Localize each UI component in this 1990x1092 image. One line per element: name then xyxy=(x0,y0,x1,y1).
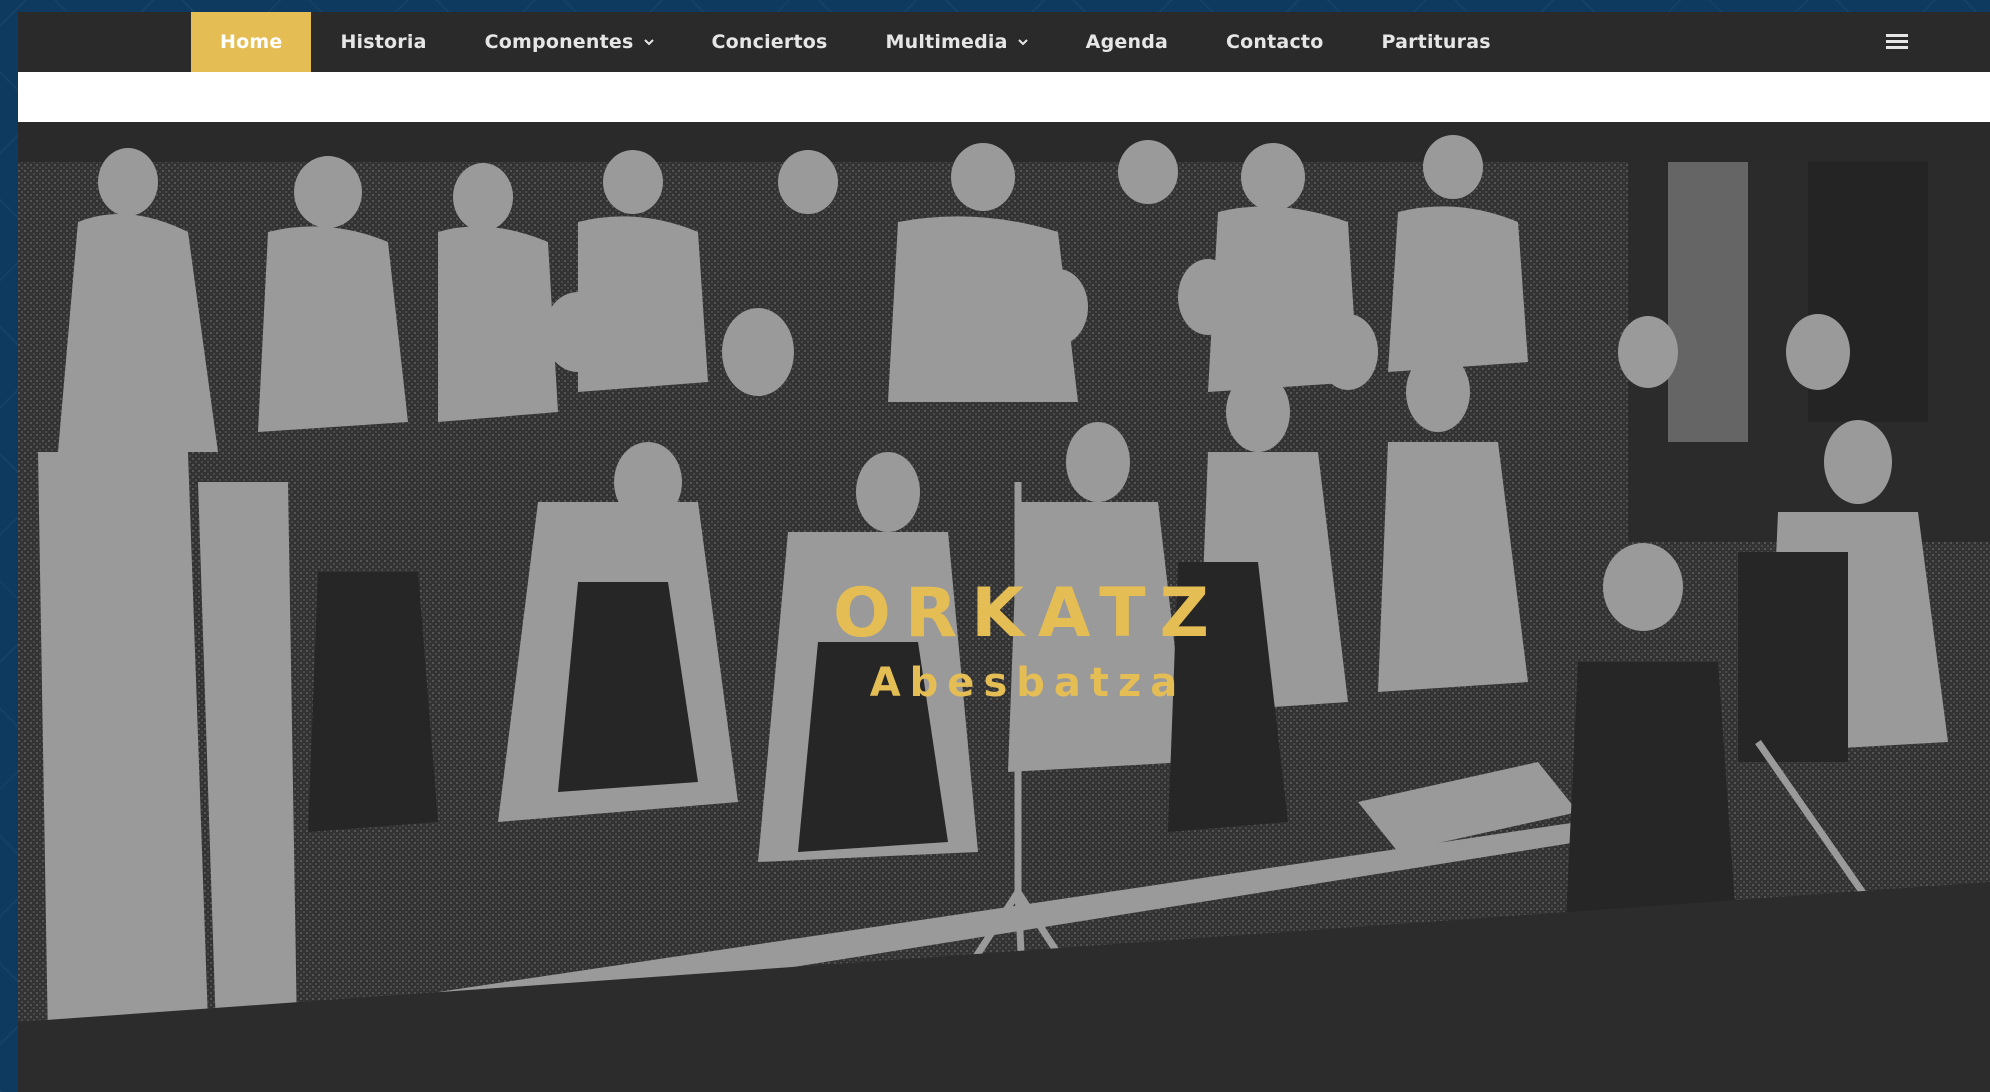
hamburger-menu-icon[interactable] xyxy=(1886,30,1908,52)
hero-subtitle: Abesbatza xyxy=(869,660,1187,706)
nav-item-multimedia[interactable]: Multimedia xyxy=(857,12,1057,72)
main-navbar: Home Historia Componentes Conciertos Mul… xyxy=(18,12,1990,72)
nav-item-componentes[interactable]: Componentes xyxy=(456,12,683,72)
web-page: Home Historia Componentes Conciertos Mul… xyxy=(18,12,1990,1092)
nav-item-label: Historia xyxy=(340,31,427,53)
nav-item-label: Contacto xyxy=(1226,31,1324,53)
hero-banner: ORKATZ Abesbatza xyxy=(18,122,1990,1092)
nav-item-agenda[interactable]: Agenda xyxy=(1057,12,1197,72)
nav-item-label: Conciertos xyxy=(711,31,828,53)
nav-item-contacto[interactable]: Contacto xyxy=(1197,12,1352,72)
nav-item-label: Partituras xyxy=(1381,31,1491,53)
chevron-down-icon xyxy=(1017,39,1028,46)
nav-item-label: Componentes xyxy=(484,31,634,53)
hero-title: ORKATZ xyxy=(833,574,1223,653)
nav-item-label: Multimedia xyxy=(885,31,1008,53)
nav-menu: Home Historia Componentes Conciertos Mul… xyxy=(191,12,1520,72)
nav-item-home[interactable]: Home xyxy=(191,12,312,72)
nav-item-label: Agenda xyxy=(1085,31,1169,53)
nav-item-label: Home xyxy=(220,31,283,53)
nav-item-historia[interactable]: Historia xyxy=(311,12,455,72)
nav-item-conciertos[interactable]: Conciertos xyxy=(683,12,857,72)
chevron-down-icon xyxy=(643,39,654,46)
nav-item-partituras[interactable]: Partituras xyxy=(1352,12,1519,72)
header-spacer xyxy=(18,72,1990,122)
